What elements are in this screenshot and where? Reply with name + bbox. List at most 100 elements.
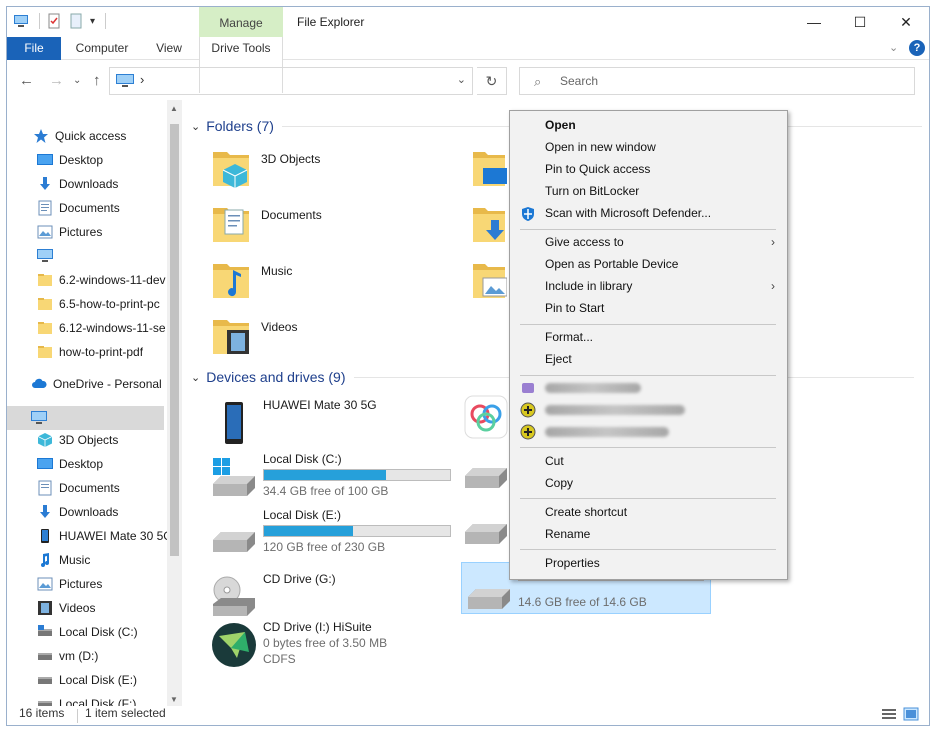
- tab-view[interactable]: View: [149, 37, 189, 60]
- tab-computer[interactable]: Computer: [69, 37, 135, 60]
- address-dropdown-icon[interactable]: ⌄: [457, 73, 466, 86]
- nav-item-desktop[interactable]: Desktop 📌: [37, 148, 182, 172]
- menu-item-copy[interactable]: Copy: [510, 473, 787, 495]
- folder-documents[interactable]: Documents: [211, 202, 451, 254]
- menu-item-redacted[interactable]: [510, 377, 787, 399]
- nav-pc-downloads[interactable]: Downloads: [37, 500, 182, 524]
- nav-pc-desktop[interactable]: Desktop: [37, 452, 182, 476]
- menu-label: Turn on BitLocker: [545, 184, 640, 198]
- nav-item-downloads[interactable]: Downloads 📌: [37, 172, 182, 196]
- nav-this-pc[interactable]: [31, 406, 182, 430]
- customize-toolbar-icon[interactable]: ▾: [90, 16, 95, 27]
- drive-icon: [213, 532, 255, 552]
- chevron-down-icon: ⌄: [191, 120, 201, 133]
- nav-scrollbar[interactable]: ▲ ▼: [167, 100, 182, 706]
- minimize-button[interactable]: —: [791, 7, 837, 37]
- scroll-down-icon[interactable]: ▼: [170, 695, 178, 704]
- new-folder-icon[interactable]: [68, 13, 84, 29]
- folder-videos[interactable]: Videos: [211, 314, 451, 366]
- menu-item-cut[interactable]: Cut: [510, 451, 787, 473]
- drive-icon[interactable]: [463, 462, 509, 492]
- folder-3d-objects[interactable]: 3D Objects: [211, 146, 451, 198]
- help-icon[interactable]: ?: [909, 40, 925, 56]
- menu-item-eject[interactable]: Eject: [510, 349, 787, 371]
- nav-pc-drive-d[interactable]: vm (D:): [37, 644, 182, 668]
- menu-item-portable-device[interactable]: Open as Portable Device: [510, 254, 787, 276]
- recent-locations-button[interactable]: ⌄: [73, 75, 81, 86]
- back-button[interactable]: ←: [19, 72, 34, 89]
- menu-item-pin-quick-access[interactable]: Pin to Quick access: [510, 159, 787, 181]
- search-box[interactable]: ⌕ Search: [519, 67, 915, 95]
- menu-item-defender-scan[interactable]: Scan with Microsoft Defender...: [510, 203, 787, 225]
- drive-usage-fill: [264, 470, 387, 480]
- forward-button[interactable]: →: [49, 72, 64, 89]
- menu-item-pin-start[interactable]: Pin to Start: [510, 298, 787, 320]
- nav-pc-phone[interactable]: HUAWEI Mate 30 5G: [37, 524, 182, 548]
- pictures-folder-icon[interactable]: [471, 258, 507, 302]
- menu-item-open[interactable]: Open: [510, 115, 787, 137]
- expand-ribbon-icon[interactable]: ⌄: [889, 41, 898, 54]
- manage-tab[interactable]: Manage: [199, 7, 283, 37]
- nav-quick-access[interactable]: Quick access: [33, 124, 182, 148]
- drive-local-c[interactable]: Local Disk (C:) 34.4 GB free of 100 GB: [211, 452, 461, 508]
- device-huawei-phone[interactable]: HUAWEI Mate 30 5G: [211, 398, 461, 454]
- videos-folder-icon: [213, 320, 249, 354]
- properties-icon[interactable]: [46, 13, 62, 29]
- drive-cd-i-hisuite[interactable]: CD Drive (I:) HiSuite 0 bytes free of 3.…: [211, 620, 461, 684]
- menu-item-create-shortcut[interactable]: Create shortcut: [510, 502, 787, 524]
- nav-item-folder[interactable]: 6.5-how-to-print-pc: [37, 292, 182, 316]
- menu-item-redacted[interactable]: [510, 399, 787, 421]
- tab-file[interactable]: File: [7, 37, 61, 60]
- up-button[interactable]: ↑: [93, 72, 101, 89]
- search-icon: ⌕: [534, 74, 542, 89]
- menu-item-open-new-window[interactable]: Open in new window: [510, 137, 787, 159]
- nav-onedrive[interactable]: OneDrive - Personal: [31, 372, 182, 396]
- drive-local-e[interactable]: Local Disk (E:) 120 GB free of 230 GB: [211, 508, 461, 564]
- scroll-up-icon[interactable]: ▲: [170, 104, 178, 113]
- nav-item-folder[interactable]: 6.12-windows-11-se: [37, 316, 182, 340]
- large-icons-view-icon[interactable]: [903, 707, 919, 721]
- nav-item-folder[interactable]: 6.2-windows-11-dev: [37, 268, 182, 292]
- breadcrumb-separator[interactable]: ›: [140, 72, 144, 87]
- folder-label: Videos: [261, 320, 298, 334]
- menu-item-bitlocker[interactable]: Turn on BitLocker: [510, 181, 787, 203]
- menu-item-redacted[interactable]: [510, 421, 787, 443]
- up-arrow-icon: ↑: [93, 72, 101, 89]
- nav-item-documents[interactable]: Documents 📌: [37, 196, 182, 220]
- nav-pc-drive-f[interactable]: Local Disk (F:): [37, 692, 182, 706]
- nav-label: 6.5-how-to-print-pc: [59, 297, 160, 311]
- folder-music[interactable]: Music: [211, 258, 451, 310]
- menu-item-rename[interactable]: Rename: [510, 524, 787, 546]
- close-button[interactable]: ✕: [883, 7, 929, 37]
- scrollbar-thumb[interactable]: [170, 124, 179, 556]
- maximize-button[interactable]: ☐: [837, 7, 883, 37]
- nav-item-this-pc-pinned[interactable]: 📌: [37, 244, 182, 268]
- toolbar-separator: [105, 13, 107, 29]
- nav-label: Pictures: [59, 577, 103, 591]
- nav-pc-music[interactable]: Music: [37, 548, 182, 572]
- nav-item-folder[interactable]: how-to-print-pdf: [37, 340, 182, 364]
- nav-pc-videos[interactable]: Videos: [37, 596, 182, 620]
- documents-icon: [38, 200, 52, 216]
- desktop-folder-icon[interactable]: [471, 146, 507, 190]
- selection-count: 1 item selected: [85, 706, 166, 720]
- nav-pc-drive-c[interactable]: Local Disk (C:): [37, 620, 182, 644]
- refresh-button[interactable]: ↻: [477, 67, 507, 95]
- details-view-icon[interactable]: [881, 707, 897, 721]
- menu-item-properties[interactable]: Properties: [510, 553, 787, 575]
- nav-pc-3d-objects[interactable]: 3D Objects: [37, 428, 182, 452]
- drive-icon[interactable]: [463, 518, 509, 548]
- this-pc-icon[interactable]: [13, 13, 29, 29]
- nav-label: Music: [59, 553, 91, 567]
- menu-item-include-library[interactable]: Include in library ›: [510, 276, 787, 298]
- nav-pc-drive-e[interactable]: Local Disk (E:): [37, 668, 182, 692]
- downloads-folder-icon[interactable]: [471, 202, 507, 246]
- nav-pc-documents[interactable]: Documents: [37, 476, 182, 500]
- cd-drive-icon: [213, 576, 255, 616]
- app-drive-icon[interactable]: [463, 394, 509, 440]
- menu-item-give-access[interactable]: Give access to ›: [510, 232, 787, 254]
- nav-pc-pictures[interactable]: Pictures: [37, 572, 182, 596]
- nav-item-pictures[interactable]: Pictures 📌: [37, 220, 182, 244]
- menu-item-format[interactable]: Format...: [510, 327, 787, 349]
- address-bar[interactable]: › ⌄: [109, 67, 473, 95]
